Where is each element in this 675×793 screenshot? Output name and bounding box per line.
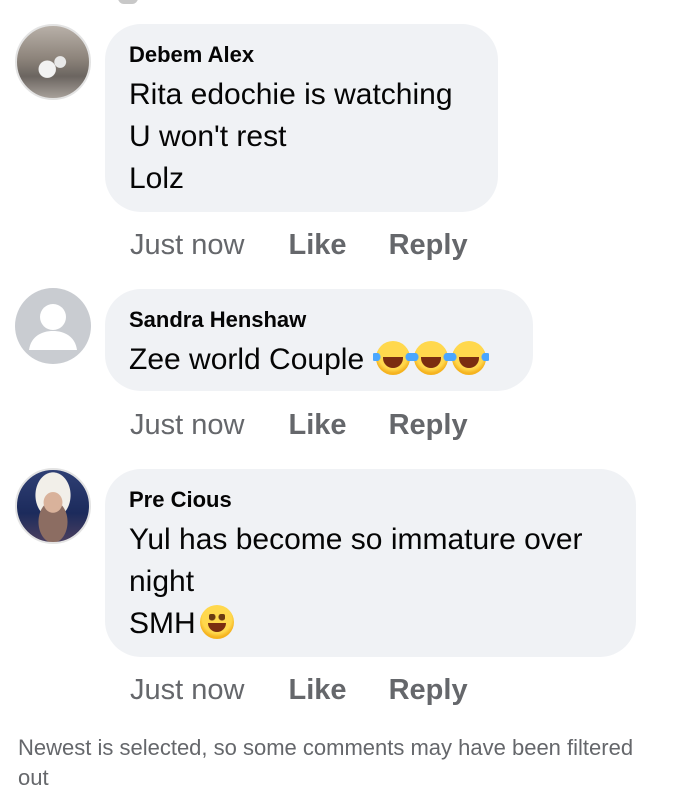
comment-timestamp: Just now	[130, 674, 245, 706]
comment-author[interactable]: Debem Alex	[129, 42, 474, 68]
comment-text-line: night	[129, 565, 195, 598]
comment-text-content: SMH	[129, 607, 196, 640]
default-profile-icon	[29, 304, 77, 350]
comment-text-line: SMH	[129, 603, 612, 645]
previous-comment-edge	[118, 0, 138, 4]
comment-bubble[interactable]: Pre Cious Yul has become so immature ove…	[105, 469, 636, 657]
like-button[interactable]: Like	[289, 408, 347, 442]
comment-filter-notice: Newest is selected, so some comments may…	[18, 735, 634, 790]
comment-actions: Just now Like Reply	[130, 408, 468, 442]
comment-timestamp: Just now	[130, 229, 245, 261]
comment-text: Rita edochie is watching U won't rest Lo…	[129, 74, 474, 200]
comment-text-line: Zee world Couple	[129, 339, 509, 381]
reply-button[interactable]: Reply	[389, 228, 468, 262]
tears-of-joy-icon	[411, 341, 452, 375]
comment-bubble[interactable]: Debem Alex Rita edochie is watching U wo…	[105, 24, 498, 212]
avatar[interactable]	[15, 288, 91, 364]
grinning-face-icon	[199, 605, 234, 639]
tears-of-joy-icon	[449, 341, 490, 375]
comment-text-line: Lolz	[129, 162, 185, 195]
avatar[interactable]	[15, 468, 91, 544]
reply-button[interactable]: Reply	[389, 408, 468, 442]
tears-of-joy-icon	[373, 341, 414, 375]
avatar[interactable]	[15, 24, 91, 100]
comment-timestamp: Just now	[130, 409, 245, 441]
comment-text: Zee world Couple	[129, 339, 509, 381]
comment-author[interactable]: Sandra Henshaw	[129, 307, 509, 333]
like-button[interactable]: Like	[289, 228, 347, 262]
comment-text: Yul has become so immature over night SM…	[129, 519, 612, 645]
reply-button[interactable]: Reply	[389, 673, 468, 707]
comment-text-content: Zee world Couple	[129, 343, 365, 376]
comment-text-line: Yul has become so immature over	[129, 523, 583, 556]
comment-bubble[interactable]: Sandra Henshaw Zee world Couple	[105, 289, 533, 391]
comment-actions: Just now Like Reply	[130, 228, 468, 262]
comment-text-line: Rita edochie is watching	[129, 78, 453, 111]
comment-author[interactable]: Pre Cious	[129, 487, 612, 513]
comment-text-line: U won't rest	[129, 120, 287, 153]
like-button[interactable]: Like	[289, 673, 347, 707]
comment-actions: Just now Like Reply	[130, 673, 468, 707]
